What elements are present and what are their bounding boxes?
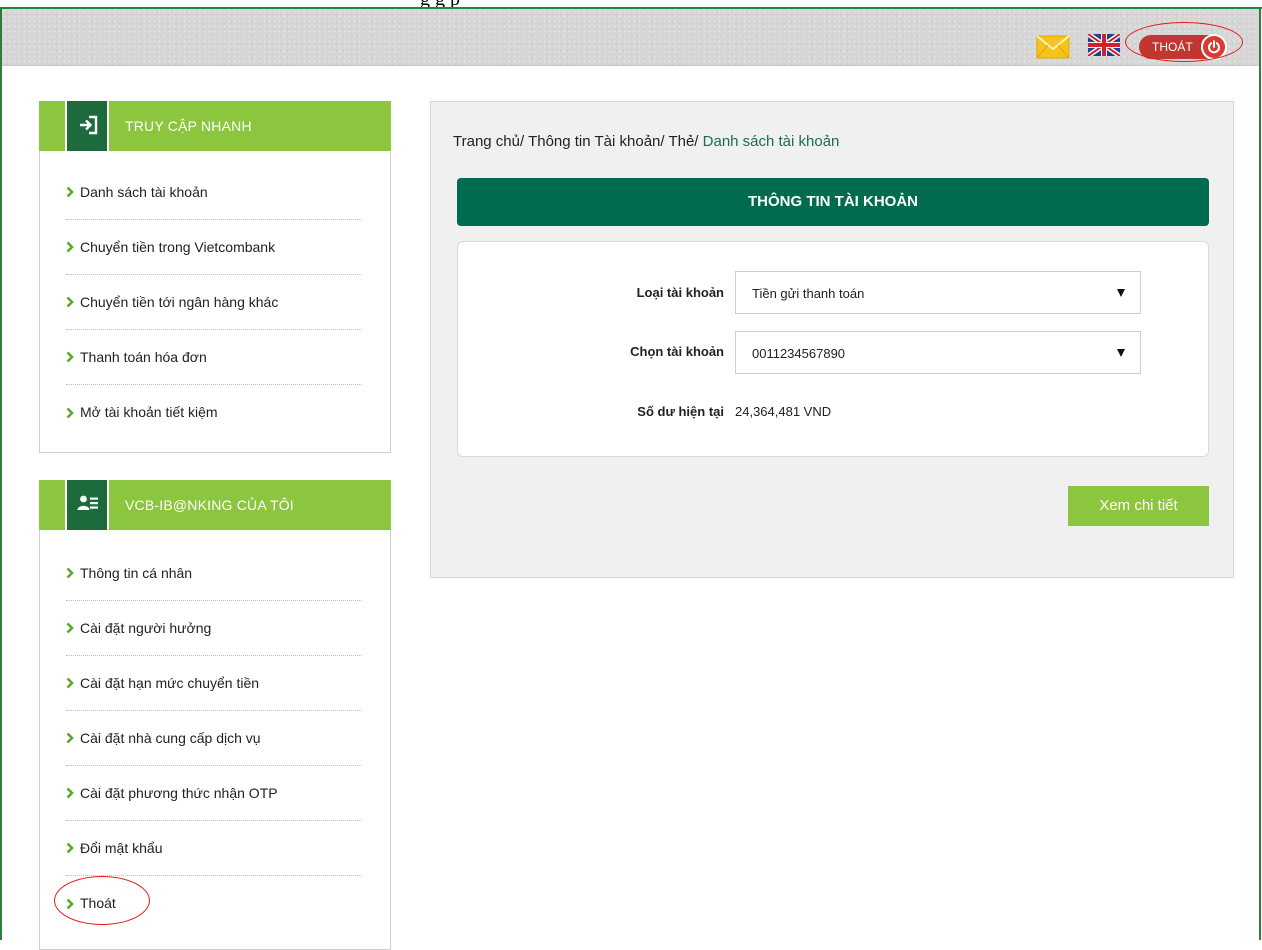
left-border [0, 8, 2, 940]
sidebar-menu-label: Thoát [80, 895, 116, 911]
breadcrumb-card[interactable]: Thẻ/ [668, 133, 698, 150]
sidebar-menu-label: Chuyển tiền tới ngân hàng khác [80, 294, 279, 310]
power-icon [1201, 34, 1227, 60]
account-info-box: Loại tài khoản Tiền gửi thanh toán Chọn … [457, 241, 1209, 457]
right-border [1259, 8, 1261, 940]
sign-in-icon [65, 101, 109, 151]
sidebar-menu-item[interactable]: Đổi mật khẩu [66, 821, 362, 876]
breadcrumb-current: Danh sách tài khoản [702, 133, 840, 150]
breadcrumb: Trang chủ/ Thông tin Tài khoản/ Thẻ/ Dan… [453, 133, 839, 150]
mail-icon[interactable] [1036, 35, 1070, 59]
sidebar-menu-label: Đổi mật khẩu [80, 840, 163, 856]
chevron-right-icon [66, 842, 74, 854]
quick-access-panel: TRUY CẬP NHANH Danh sách tài khoản Chuyển… [39, 101, 391, 453]
view-detail-button[interactable]: Xem chi tiết [1068, 486, 1209, 526]
chevron-right-icon [66, 898, 74, 909]
chevron-right-icon [66, 567, 74, 579]
balance-label: Số dư hiện tại [637, 404, 724, 419]
chevron-right-icon [66, 186, 74, 198]
my-banking-title: VCB-IB@NKING CỦA TÔI [125, 497, 294, 513]
chevron-right-icon [66, 622, 74, 634]
sidebar-menu-item[interactable]: Danh sách tài khoản [66, 165, 362, 220]
chevron-right-icon [66, 351, 74, 363]
account-type-value: Tiền gửi thanh toán [752, 286, 865, 301]
sidebar-menu-item[interactable]: Cài đặt nhà cung cấp dịch vụ [66, 711, 362, 766]
sidebar-menu-item[interactable]: Chuyển tiền tới ngân hàng khác [66, 275, 362, 330]
chevron-right-icon [66, 732, 74, 744]
sidebar-menu-label: Chuyển tiền trong Vietcombank [80, 239, 276, 255]
chevron-right-icon [66, 407, 74, 418]
sidebar-menu-item[interactable]: Thoát [66, 876, 362, 931]
sidebar-menu-label: Mở tài khoản tiết kiệm [80, 404, 218, 420]
sidebar-menu-label: Thanh toán hóa đơn [80, 349, 207, 365]
sidebar-menu-label: Thông tin cá nhân [80, 565, 193, 581]
sidebar-menu-item[interactable]: Cài đặt phương thức nhận OTP [66, 766, 362, 821]
sidebar-menu-label: Cài đặt phương thức nhận OTP [80, 785, 278, 801]
breadcrumb-account-info[interactable]: Thông tin Tài khoản/ [528, 133, 664, 150]
dropdown-arrow-icon [1117, 289, 1125, 297]
chevron-right-icon [66, 787, 74, 799]
sidebar-menu-item[interactable]: Cài đặt hạn mức chuyển tiền [66, 656, 362, 711]
my-banking-header: VCB-IB@NKING CỦA TÔI [39, 480, 391, 530]
chevron-right-icon [66, 296, 74, 308]
chevron-right-icon [66, 677, 74, 689]
logout-label: THOÁT [1152, 40, 1193, 54]
account-select-label: Chọn tài khoản [630, 344, 724, 359]
breadcrumb-home[interactable]: Trang chủ/ [453, 133, 524, 150]
logout-button[interactable]: THOÁT [1139, 34, 1227, 60]
account-type-select[interactable]: Tiền gửi thanh toán [735, 271, 1141, 314]
my-banking-panel: VCB-IB@NKING CỦA TÔI Thông tin cá nhân Cà… [39, 480, 391, 950]
sidebar-menu-item[interactable]: Mở tài khoản tiết kiệm [66, 385, 362, 440]
quick-access-title: TRUY CẬP NHANH [125, 118, 252, 134]
account-info-header: THÔNG TIN TÀI KHOẢN [457, 178, 1209, 226]
sidebar-menu-label: Cài đặt người hưởng [80, 620, 212, 636]
balance-value: 24,364,481 VND [735, 404, 832, 419]
sidebar-menu-item[interactable]: Thanh toán hóa đơn [66, 330, 362, 385]
user-list-icon [65, 480, 109, 530]
chevron-right-icon [66, 241, 74, 253]
main-content: Trang chủ/ Thông tin Tài khoản/ Thẻ/ Dan… [430, 101, 1234, 578]
quick-access-header: TRUY CẬP NHANH [39, 101, 391, 151]
sidebar-menu-item[interactable]: Cài đặt người hưởng [66, 601, 362, 656]
dropdown-arrow-icon [1117, 349, 1125, 357]
account-type-label: Loại tài khoản [636, 285, 724, 300]
sidebar-menu-label: Danh sách tài khoản [80, 184, 208, 200]
sidebar-menu-item[interactable]: Thông tin cá nhân [66, 546, 362, 601]
account-number-value: 0011234567890 [752, 346, 846, 361]
sidebar-menu-label: Cài đặt hạn mức chuyển tiền [80, 675, 260, 691]
account-number-select[interactable]: 0011234567890 [735, 331, 1141, 374]
sidebar-menu-label: Cài đặt nhà cung cấp dịch vụ [80, 730, 261, 746]
english-flag-icon[interactable] [1088, 34, 1120, 56]
header-bar: THOÁT [2, 9, 1259, 66]
sidebar-menu-item[interactable]: Chuyển tiền trong Vietcombank [66, 220, 362, 275]
